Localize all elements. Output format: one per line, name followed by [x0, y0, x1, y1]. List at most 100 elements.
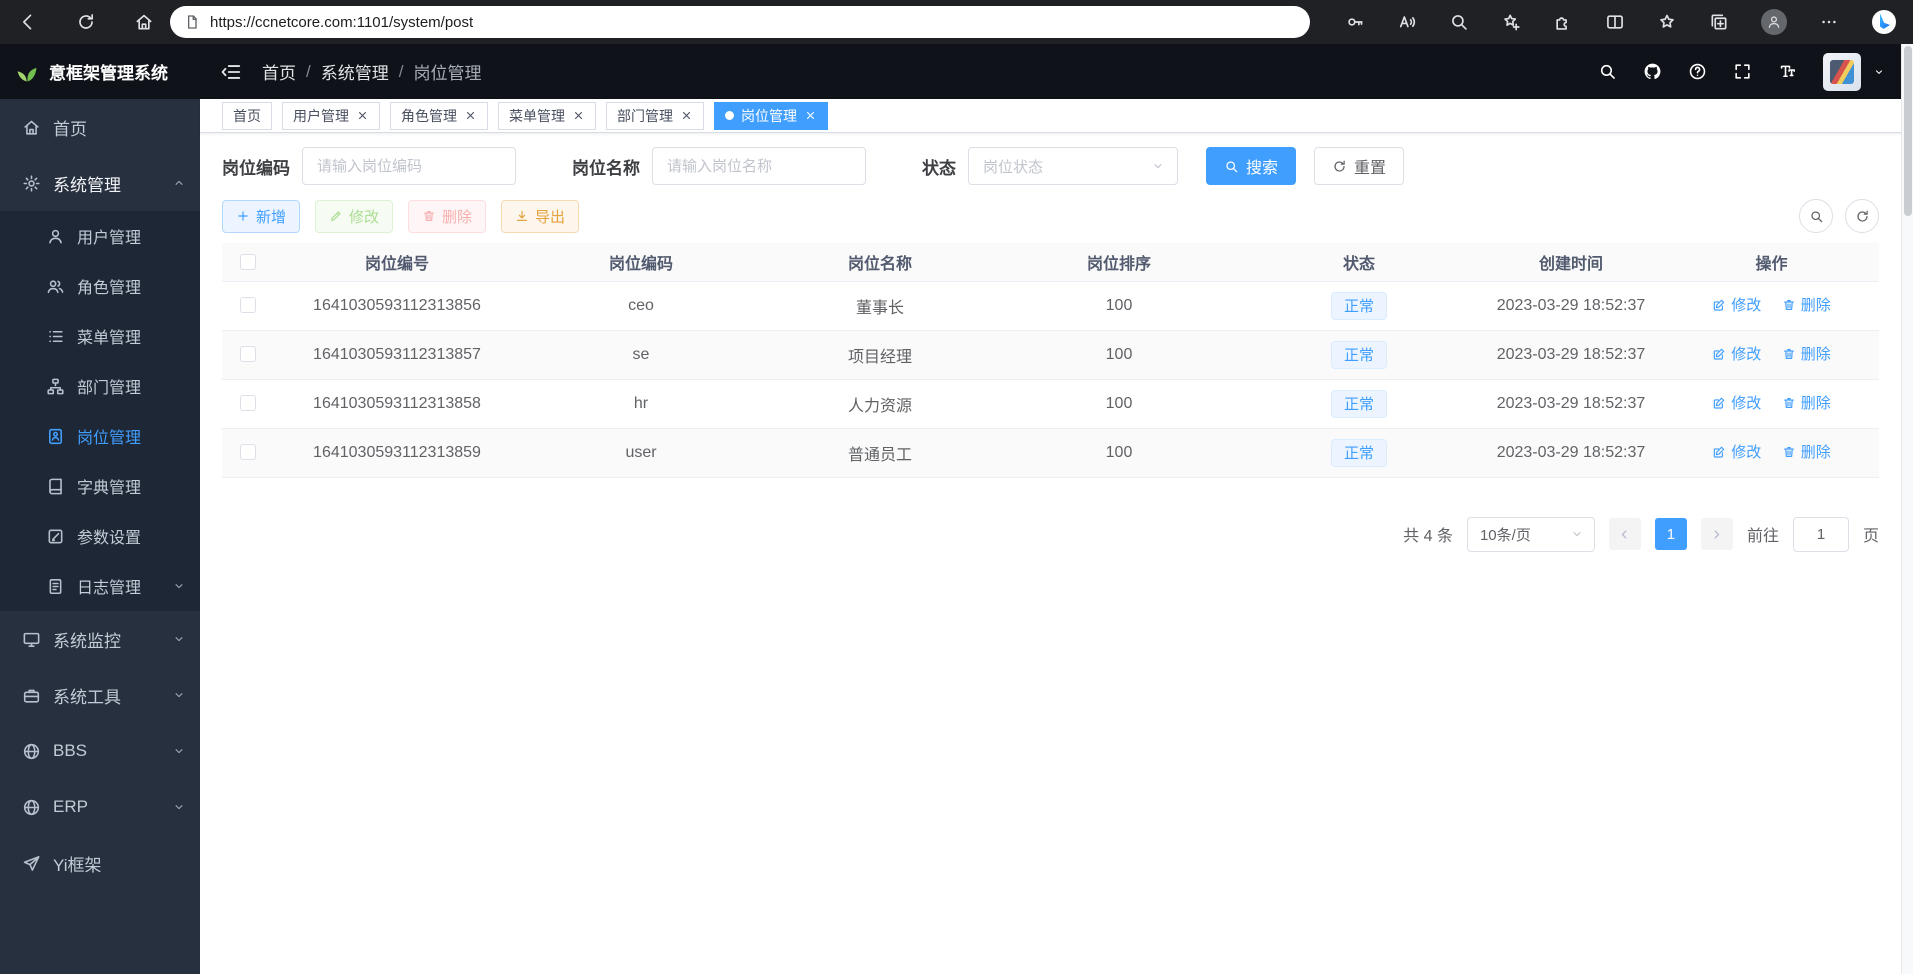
- prev-page-button[interactable]: [1609, 518, 1641, 550]
- table-row[interactable]: 1641030593112313859 user 普通员工 100 正常 202…: [222, 428, 1879, 477]
- page-number-button[interactable]: 1: [1655, 518, 1687, 550]
- sidebar-item-user-mgmt[interactable]: 用户管理: [0, 211, 200, 261]
- extensions-icon[interactable]: [1553, 12, 1573, 32]
- sidebar-item-param-settings[interactable]: 参数设置: [0, 511, 200, 561]
- status-select[interactable]: 岗位状态: [968, 147, 1178, 185]
- row-delete-button[interactable]: 删除: [1782, 392, 1831, 413]
- breadcrumb-item[interactable]: 首页: [262, 59, 296, 84]
- sidebar-item-role-mgmt[interactable]: 角色管理: [0, 261, 200, 311]
- cell-post-code: user: [520, 428, 762, 477]
- post-code-input[interactable]: [302, 147, 516, 185]
- menu-label: 系统工具: [53, 683, 121, 708]
- zoom-icon[interactable]: [1449, 12, 1469, 32]
- page-size-select[interactable]: 10条/页: [1467, 517, 1595, 552]
- more-options-icon[interactable]: [1819, 12, 1839, 32]
- row-edit-button[interactable]: 修改: [1712, 392, 1761, 413]
- avatar-caret-down-icon[interactable]: [1873, 66, 1885, 78]
- table-row[interactable]: 1641030593112313856 ceo 董事长 100 正常 2023-…: [222, 281, 1879, 330]
- site-info-icon[interactable]: [184, 14, 200, 30]
- split-screen-icon[interactable]: [1605, 12, 1625, 32]
- tab-post-mgmt[interactable]: 岗位管理: [714, 102, 828, 130]
- row-delete-button[interactable]: 删除: [1782, 441, 1831, 462]
- select-all-checkbox[interactable]: [240, 254, 256, 270]
- tab-dept-mgmt[interactable]: 部门管理: [606, 102, 704, 130]
- row-checkbox[interactable]: [240, 297, 256, 313]
- app-logo[interactable]: 意框架管理系统: [0, 44, 200, 99]
- toggle-search-button[interactable]: [1799, 199, 1833, 233]
- table-row[interactable]: 1641030593112313857 se 项目经理 100 正常 2023-…: [222, 330, 1879, 379]
- filter-form: 岗位编码 岗位名称 状态 岗位状态 搜索 重置: [222, 147, 1879, 185]
- saved-password-key-icon[interactable]: [1345, 12, 1365, 32]
- fullscreen-icon[interactable]: [1733, 62, 1752, 81]
- sidebar-collapse-icon[interactable]: [220, 61, 242, 83]
- sidebar-item-yi-framework[interactable]: Yi框架: [0, 835, 200, 891]
- tab-home[interactable]: 首页: [222, 102, 272, 130]
- browser-back-icon[interactable]: [18, 12, 38, 32]
- breadcrumb-item[interactable]: 系统管理: [321, 59, 389, 84]
- goto-page-input[interactable]: [1793, 517, 1849, 552]
- breadcrumb-item-current: 岗位管理: [413, 59, 481, 84]
- refresh-table-button[interactable]: [1845, 199, 1879, 233]
- next-page-button[interactable]: [1701, 518, 1733, 550]
- browser-refresh-icon[interactable]: [76, 12, 96, 32]
- tab-menu-mgmt[interactable]: 菜单管理: [498, 102, 596, 130]
- system-mgmt-submenu: 用户管理 角色管理 菜单管理 部门管理 岗位管理: [0, 211, 200, 611]
- browser-home-icon[interactable]: [134, 12, 154, 32]
- breadcrumb-separator: [306, 62, 311, 82]
- table-header-row: 岗位编号 岗位编码 岗位名称 岗位排序 状态 创建时间 操作: [222, 243, 1879, 281]
- cell-post-name: 董事长: [762, 281, 998, 330]
- edit-button[interactable]: 修改: [315, 200, 393, 233]
- help-question-icon[interactable]: [1688, 62, 1707, 81]
- sidebar-item-system-mgmt[interactable]: 系统管理: [0, 155, 200, 211]
- close-icon[interactable]: [680, 109, 693, 122]
- cell-created-time: 2023-03-29 18:52:37: [1478, 428, 1664, 477]
- row-checkbox[interactable]: [240, 346, 256, 362]
- post-name-input[interactable]: [652, 147, 866, 185]
- sidebar-item-dept-mgmt[interactable]: 部门管理: [0, 361, 200, 411]
- collections-icon[interactable]: [1709, 12, 1729, 32]
- row-edit-button[interactable]: 修改: [1712, 441, 1761, 462]
- tab-role-mgmt[interactable]: 角色管理: [390, 102, 488, 130]
- sidebar-item-bbs[interactable]: BBS: [0, 723, 200, 779]
- font-size-icon[interactable]: [1778, 62, 1797, 81]
- cell-post-code: se: [520, 330, 762, 379]
- sidebar-item-erp[interactable]: ERP: [0, 779, 200, 835]
- page-scrollbar[interactable]: [1901, 44, 1913, 974]
- search-icon[interactable]: [1598, 62, 1617, 81]
- export-button[interactable]: 导出: [501, 200, 579, 233]
- close-icon[interactable]: [356, 109, 369, 122]
- sidebar-item-dict-mgmt[interactable]: 字典管理: [0, 461, 200, 511]
- favorites-icon[interactable]: [1657, 12, 1677, 32]
- row-delete-button[interactable]: 删除: [1782, 294, 1831, 315]
- scrollbar-thumb[interactable]: [1904, 46, 1912, 216]
- user-avatar[interactable]: [1823, 53, 1861, 91]
- read-aloud-icon[interactable]: [1397, 12, 1417, 32]
- sidebar-item-home[interactable]: 首页: [0, 99, 200, 155]
- sidebar-item-log-mgmt[interactable]: 日志管理: [0, 561, 200, 611]
- row-checkbox[interactable]: [240, 395, 256, 411]
- row-edit-button[interactable]: 修改: [1712, 343, 1761, 364]
- search-button[interactable]: 搜索: [1206, 147, 1296, 185]
- sidebar-item-system-monitor[interactable]: 系统监控: [0, 611, 200, 667]
- tab-user-mgmt[interactable]: 用户管理: [282, 102, 380, 130]
- url-text[interactable]: https://ccnetcore.com:1101/system/post: [210, 14, 473, 31]
- close-icon[interactable]: [804, 109, 817, 122]
- bing-copilot-icon[interactable]: [1871, 9, 1897, 35]
- github-icon[interactable]: [1643, 62, 1662, 81]
- browser-profile-avatar[interactable]: [1761, 9, 1787, 35]
- sidebar-item-menu-mgmt[interactable]: 菜单管理: [0, 311, 200, 361]
- row-delete-button[interactable]: 删除: [1782, 343, 1831, 364]
- reset-button[interactable]: 重置: [1314, 147, 1404, 185]
- sidebar-item-system-tools[interactable]: 系统工具: [0, 667, 200, 723]
- delete-button[interactable]: 删除: [408, 200, 486, 233]
- add-button[interactable]: 新增: [222, 200, 300, 233]
- table-row[interactable]: 1641030593112313858 hr 人力资源 100 正常 2023-…: [222, 379, 1879, 428]
- add-favorite-icon[interactable]: [1501, 12, 1521, 32]
- close-icon[interactable]: [464, 109, 477, 122]
- address-bar[interactable]: https://ccnetcore.com:1101/system/post: [170, 6, 1310, 38]
- cell-post-name: 人力资源: [762, 379, 998, 428]
- sidebar-item-post-mgmt[interactable]: 岗位管理: [0, 411, 200, 461]
- close-icon[interactable]: [572, 109, 585, 122]
- row-checkbox[interactable]: [240, 444, 256, 460]
- row-edit-button[interactable]: 修改: [1712, 294, 1761, 315]
